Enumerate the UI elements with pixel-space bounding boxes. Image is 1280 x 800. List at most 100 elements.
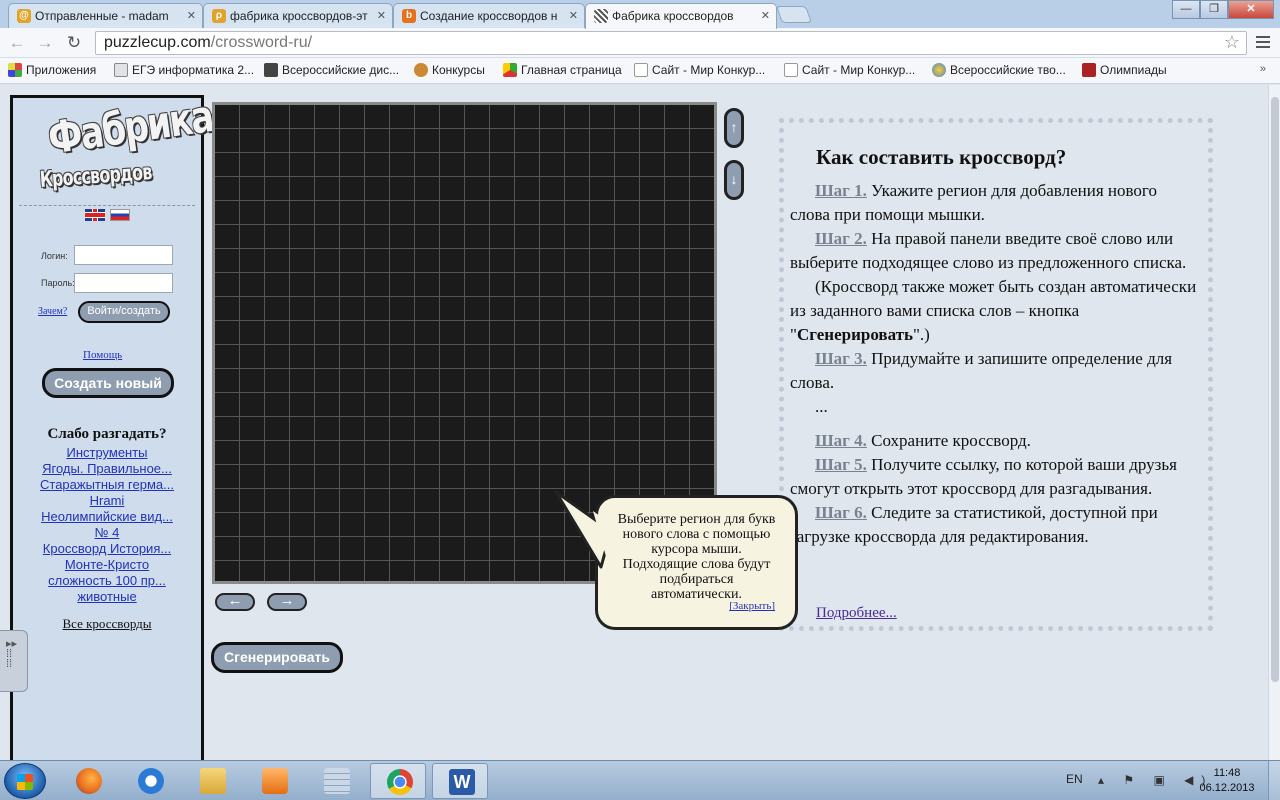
bookmark-main-page[interactable]: Главная страница	[503, 63, 622, 77]
address-path: /crossword-ru/	[210, 34, 313, 51]
bookmark-apps[interactable]: Приложения	[8, 63, 96, 77]
generate-note: (Кроссворд также может быть создан автом…	[790, 275, 1200, 347]
step-label[interactable]: Шаг 4.	[815, 431, 867, 450]
scroll-up-button[interactable]: ↑	[724, 108, 744, 148]
english-flag-icon[interactable]	[85, 209, 105, 221]
bookmark-mir-konkursov-1[interactable]: Сайт - Мир Конкур...	[634, 63, 765, 77]
side-panel-handle[interactable]: ▸▸ ⁞⁞ ⁞⁞	[0, 630, 28, 692]
step-label[interactable]: Шаг 2.	[815, 229, 867, 248]
b-icon: b	[402, 9, 416, 23]
bookmark-vseross-tvorch[interactable]: Всероссийские тво...	[932, 63, 1066, 77]
login-input[interactable]	[74, 245, 173, 265]
weak-section-title: Слабо разгадать?	[47, 426, 167, 442]
password-input[interactable]	[74, 273, 173, 293]
list-item[interactable]: Монте-Кристо	[13, 557, 201, 573]
bookmark-vseross-dist[interactable]: Всероссийские дис...	[264, 63, 399, 77]
create-new-button[interactable]: Создать новый	[42, 368, 174, 398]
tab-label: фабрика кроссвордов-эт	[230, 9, 368, 23]
bookmark-label: Всероссийские дис...	[282, 63, 400, 77]
bookmark-label: ЕГЭ информатика 2...	[132, 63, 255, 77]
forward-icon[interactable]: →	[34, 32, 56, 54]
site-logo[interactable]: Фабрика Кроссвордов	[35, 91, 216, 194]
bookmark-label: Сайт - Мир Конкур...	[652, 63, 766, 77]
tab-mail[interactable]: @ Отправленные - madam ✕	[8, 3, 203, 28]
list-item[interactable]: Кроссворд История...	[13, 541, 201, 557]
bookmarks-overflow-icon[interactable]: »	[1260, 63, 1266, 75]
site-icon	[264, 63, 278, 77]
bookmark-mir-konkursov-2[interactable]: Сайт - Мир Конкур...	[784, 63, 915, 77]
tab-search[interactable]: ρ фабрика кроссвордов-эт ✕	[203, 3, 393, 28]
restore-icon[interactable]: ❐	[1200, 0, 1228, 19]
taskbar-calculator[interactable]	[308, 763, 364, 799]
tab-create[interactable]: b Создание кроссвордов н ✕	[393, 3, 585, 28]
tab-crossword-factory[interactable]: Фабрика кроссвордов ✕	[585, 3, 777, 29]
taskbar-chrome[interactable]	[370, 763, 426, 799]
more-link[interactable]: Подробнее...	[816, 605, 897, 622]
close-icon[interactable]: ✕	[377, 9, 386, 22]
show-desktop-button[interactable]	[1268, 761, 1280, 800]
step-label[interactable]: Шаг 5.	[815, 455, 867, 474]
new-tab-button[interactable]	[775, 6, 813, 23]
site-icon	[414, 63, 428, 77]
address-bar[interactable]: puzzlecup.com/crossword-ru/ ☆	[95, 31, 1247, 55]
list-item[interactable]: № 4	[13, 525, 201, 541]
page-content: Фабрика Кроссвордов Логин: Пароль: Зачем…	[0, 85, 1268, 760]
close-icon[interactable]: ✕	[569, 9, 578, 22]
logo-text-bottom: Кроссвордов	[39, 160, 153, 193]
step-label[interactable]: Шаг 3.	[815, 349, 867, 368]
taskbar-media[interactable]	[246, 763, 302, 799]
login-button[interactable]: Войти/создать	[78, 301, 170, 323]
bookmark-ege[interactable]: ЕГЭ информатика 2...	[114, 63, 254, 77]
note-text: ".)	[912, 325, 930, 344]
list-item[interactable]: Hrami	[13, 493, 201, 509]
tab-label: Фабрика кроссвордов	[612, 9, 734, 23]
step-label[interactable]: Шаг 6.	[815, 503, 867, 522]
list-item[interactable]: Инструменты	[13, 445, 201, 461]
reload-icon[interactable]: ↻	[63, 32, 85, 54]
page-scrollbar[interactable]	[1268, 85, 1280, 760]
password-label: Пароль:	[41, 278, 75, 288]
start-button[interactable]	[4, 763, 46, 799]
bookmark-olympiads[interactable]: Олимпиады	[1082, 63, 1167, 77]
bookmark-star-icon[interactable]: ☆	[1224, 32, 1240, 53]
taskbar-word[interactable]: W	[432, 763, 488, 799]
scroll-right-button[interactable]: →	[267, 593, 307, 611]
list-item[interactable]: животные	[13, 589, 201, 605]
list-item[interactable]: Ягоды. Правильное...	[13, 461, 201, 477]
why-link[interactable]: Зачем?	[38, 306, 67, 317]
step-label[interactable]: Шаг 1.	[815, 181, 867, 200]
tooltip-tail	[554, 490, 623, 569]
list-item[interactable]: Старажытныя герма...	[13, 477, 201, 493]
browser-toolbar: ← → ↻ puzzlecup.com/crossword-ru/ ☆	[0, 28, 1280, 58]
taskbar-ie[interactable]	[122, 763, 178, 799]
joomla-icon	[503, 63, 517, 77]
back-icon[interactable]: ←	[6, 32, 28, 54]
bookmark-konkursy[interactable]: Конкурсы	[414, 63, 485, 77]
crossword-list: Инструменты Ягоды. Правильное... Старажы…	[13, 445, 201, 605]
tooltip-close-link[interactable]: [Закрыть]	[729, 599, 775, 614]
close-icon[interactable]: ✕	[187, 9, 196, 22]
search-icon: ρ	[212, 9, 226, 23]
drag-handle-icon: ▸▸ ⁞⁞ ⁞⁞	[6, 638, 18, 670]
all-crosswords-link[interactable]: Все кроссворды	[13, 616, 201, 632]
taskbar-explorer[interactable]	[184, 763, 240, 799]
scroll-left-button[interactable]: ←	[215, 593, 255, 611]
clock[interactable]: 11:48 06.12.2013	[1190, 766, 1264, 796]
language-indicator[interactable]: EN	[1066, 772, 1083, 786]
help-link[interactable]: Помощь	[83, 349, 122, 361]
scroll-down-button[interactable]: ↓	[724, 160, 744, 200]
chrome-icon	[387, 769, 413, 795]
address-host: puzzlecup.com	[104, 34, 211, 51]
menu-icon[interactable]	[1254, 33, 1272, 51]
generate-button[interactable]: Сгенерировать	[211, 642, 343, 673]
close-window-icon[interactable]: ✕	[1228, 0, 1274, 19]
mail-icon: @	[17, 9, 31, 23]
page-icon	[634, 63, 648, 77]
list-item[interactable]: Неолимпийские вид...	[13, 509, 201, 525]
list-item[interactable]: сложность 100 пр...	[13, 573, 201, 589]
russian-flag-icon[interactable]	[110, 209, 130, 221]
taskbar-firefox[interactable]	[60, 763, 116, 799]
minimize-icon[interactable]: —	[1172, 0, 1200, 19]
scrollbar-thumb[interactable]	[1271, 97, 1279, 682]
close-icon[interactable]: ✕	[761, 9, 770, 22]
